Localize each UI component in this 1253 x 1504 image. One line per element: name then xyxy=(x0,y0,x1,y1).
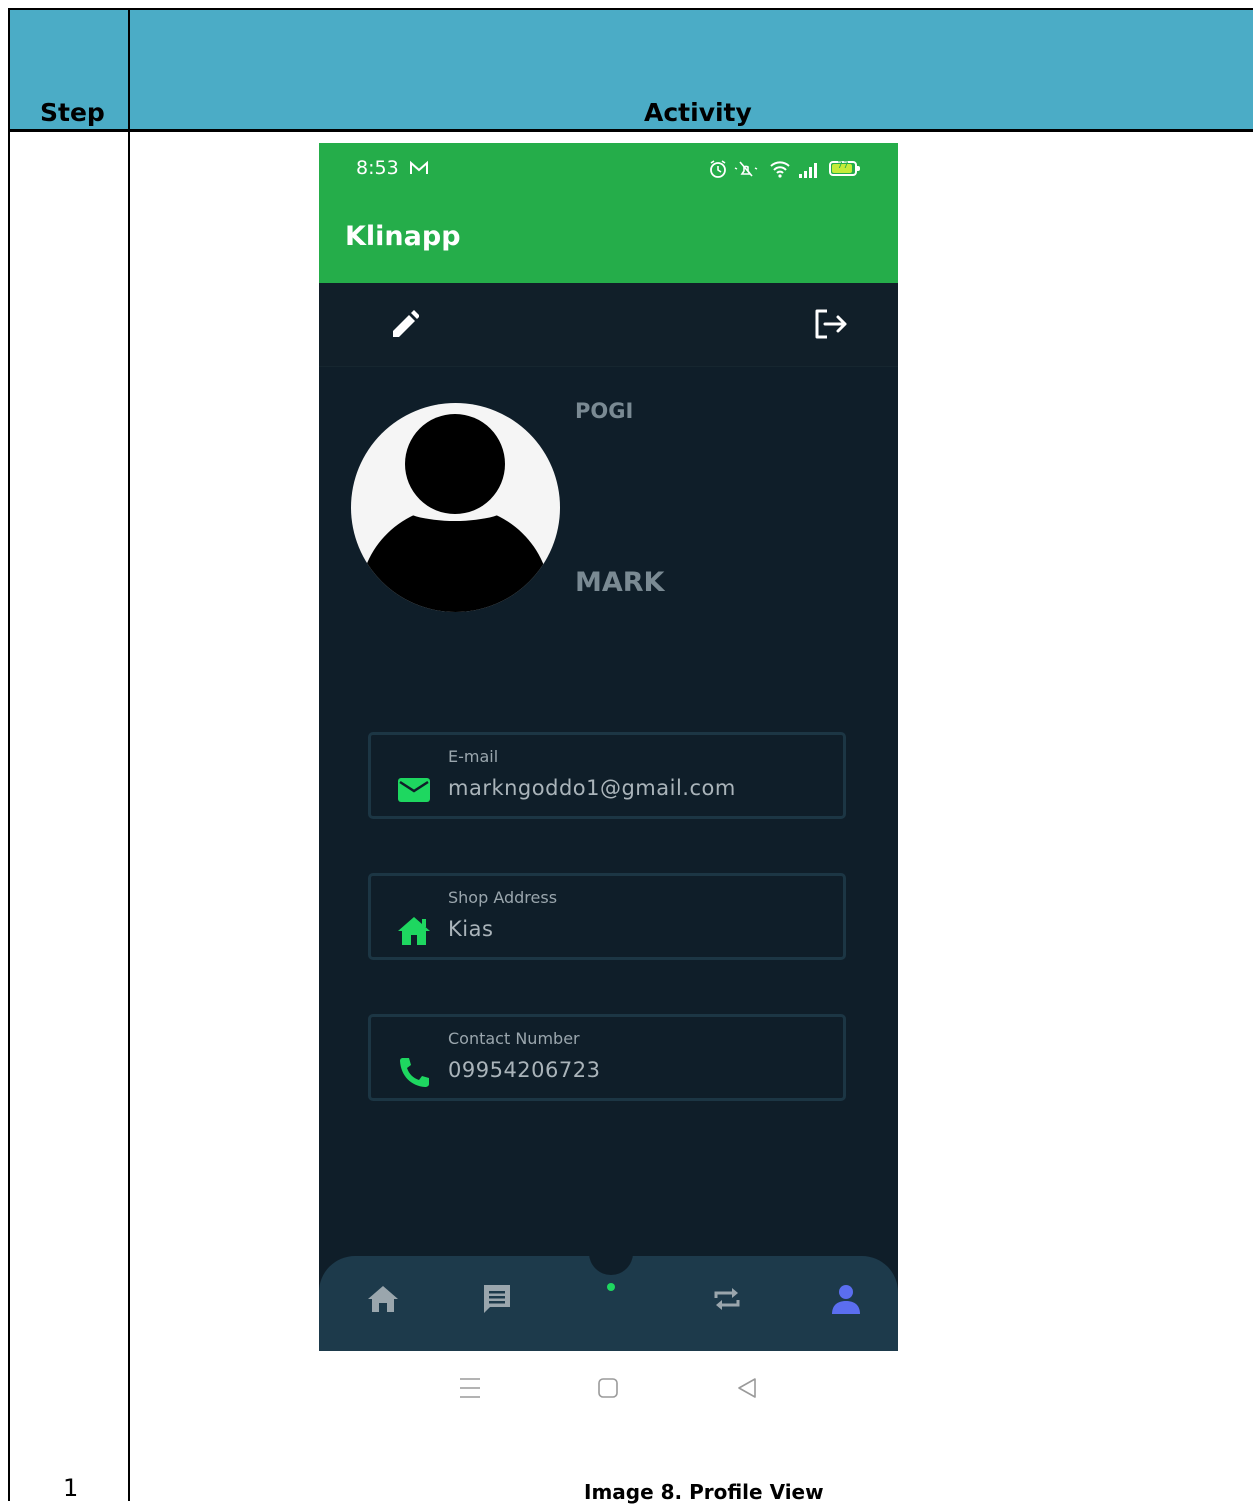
table-column-divider xyxy=(128,8,130,1501)
mail-icon xyxy=(398,778,430,802)
header-activity: Activity xyxy=(644,98,752,127)
contact-number-field[interactable]: Contact Number 09954206723 xyxy=(368,1014,846,1101)
battery-icon: 77 xyxy=(829,161,860,176)
gmail-icon xyxy=(410,160,428,174)
app-bar: 8:53 77 Klinapp xyxy=(319,143,898,283)
avatar[interactable] xyxy=(351,403,560,612)
back-icon[interactable] xyxy=(734,1375,760,1401)
nav-repeat-icon[interactable] xyxy=(710,1282,744,1316)
email-label: E-mail xyxy=(448,747,499,766)
table-header xyxy=(8,8,1253,130)
pencil-icon[interactable] xyxy=(389,307,419,339)
nav-dot-icon[interactable] xyxy=(607,1283,615,1291)
wifi-icon xyxy=(770,161,790,178)
status-time: 8:53 xyxy=(356,157,399,179)
phone-icon xyxy=(400,1058,429,1087)
table-border-left xyxy=(8,8,10,1501)
table-header-border xyxy=(8,129,1253,132)
contact-number-label: Contact Number xyxy=(448,1029,580,1048)
profile-last-name: MARK xyxy=(575,567,665,598)
table-border-top xyxy=(8,8,1253,10)
alarm-icon xyxy=(710,160,726,178)
shop-address-label: Shop Address xyxy=(448,888,558,907)
profile-first-name: POGI xyxy=(575,399,634,423)
email-value: markngoddo1@gmail.com xyxy=(448,776,736,800)
email-field[interactable]: E-mail markngoddo1@gmail.com xyxy=(368,732,846,819)
header-step: Step xyxy=(40,98,105,127)
step-number: 1 xyxy=(63,1474,79,1502)
menu-icon[interactable] xyxy=(457,1375,483,1401)
person-silhouette-icon xyxy=(360,410,550,612)
square-icon[interactable] xyxy=(595,1375,621,1401)
image-caption: Image 8. Profile View xyxy=(584,1480,824,1504)
shop-address-value: Kias xyxy=(448,917,494,941)
battery-level: 77 xyxy=(837,161,849,171)
signal-icon xyxy=(799,163,817,178)
profile-toolbar xyxy=(319,283,898,367)
shop-address-field[interactable]: Shop Address Kias xyxy=(368,873,846,960)
nav-home-icon[interactable] xyxy=(366,1282,400,1316)
nav-message-icon[interactable] xyxy=(480,1282,514,1316)
nav-person-icon[interactable] xyxy=(829,1282,863,1316)
logout-icon[interactable] xyxy=(813,307,849,341)
mute-icon xyxy=(734,161,758,177)
contact-number-value: 09954206723 xyxy=(448,1058,601,1082)
app-title: Klinapp xyxy=(345,221,461,252)
phone-screen: 8:53 77 Klinapp POGI MARK E-mail markngo… xyxy=(319,143,898,1351)
home-icon xyxy=(398,917,430,945)
